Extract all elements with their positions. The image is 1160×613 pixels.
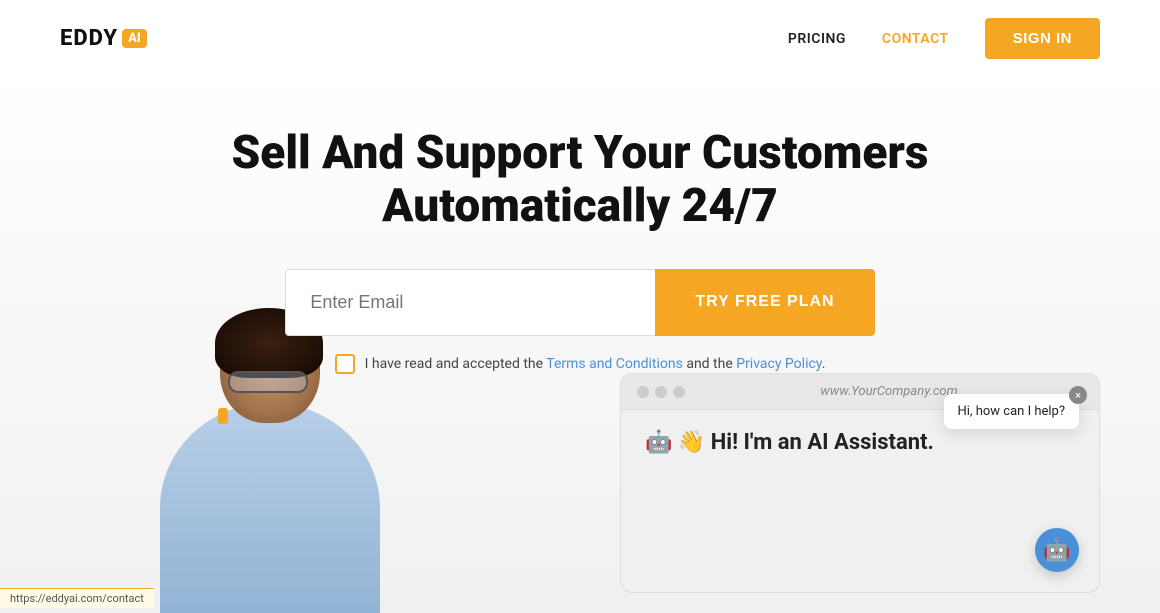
chat-popup: × Hi, how can I help? (944, 394, 1080, 429)
hero-section: Sell And Support Your Customers Automati… (0, 77, 1160, 613)
chat-popup-text: Hi, how can I help? (958, 404, 1066, 419)
status-url: https://eddyai.com/contact (10, 592, 144, 605)
nav-contact[interactable]: CONTACT (882, 31, 949, 47)
logo[interactable]: EDDY AI (60, 26, 147, 51)
hero-person-image (140, 303, 460, 613)
terms-link[interactable]: Terms and Conditions (546, 356, 683, 372)
logo-badge: AI (122, 29, 147, 48)
terms-post: . (822, 356, 826, 372)
hero-title-line1: Sell And Support Your Customers (232, 126, 929, 180)
person-body (160, 403, 380, 613)
person-glasses (228, 371, 308, 393)
hero-title-line2: Automatically 24/7 (382, 179, 778, 233)
terms-checkbox-row: I have read and accepted the Terms and C… (0, 354, 1160, 374)
browser-dot-2 (655, 386, 667, 398)
email-input[interactable] (285, 269, 655, 336)
terms-pre: I have read and accepted the (365, 356, 547, 372)
try-free-plan-button[interactable]: TRY FREE PLAN (655, 269, 874, 336)
status-bar: https://eddyai.com/contact (0, 588, 154, 608)
signin-button[interactable]: SIGN IN (985, 18, 1100, 59)
nav-pricing[interactable]: PRICING (788, 31, 846, 47)
chat-bot-icon[interactable]: 🤖 (1035, 528, 1079, 572)
privacy-link[interactable]: Privacy Policy (736, 356, 821, 372)
terms-and: and the (683, 356, 736, 372)
email-form: TRY FREE PLAN (0, 269, 1160, 336)
hero-title: Sell And Support Your Customers Automati… (0, 127, 1160, 233)
terms-checkbox[interactable] (335, 354, 355, 374)
browser-dot-3 (673, 386, 685, 398)
browser-mockup: www.YourCompany.com 🤖 👋 Hi! I'm an AI As… (620, 373, 1100, 593)
navbar: EDDY AI PRICING CONTACT SIGN IN (0, 0, 1160, 77)
person-earphone (218, 408, 228, 424)
logo-text: EDDY (60, 26, 118, 51)
ai-greeting: 🤖 👋 Hi! I'm an AI Assistant. (645, 430, 934, 455)
browser-dot-1 (637, 386, 649, 398)
browser-dots (637, 386, 685, 398)
chat-close-button[interactable]: × (1069, 386, 1087, 404)
terms-text: I have read and accepted the Terms and C… (365, 356, 826, 372)
nav-links: PRICING CONTACT SIGN IN (788, 18, 1100, 59)
